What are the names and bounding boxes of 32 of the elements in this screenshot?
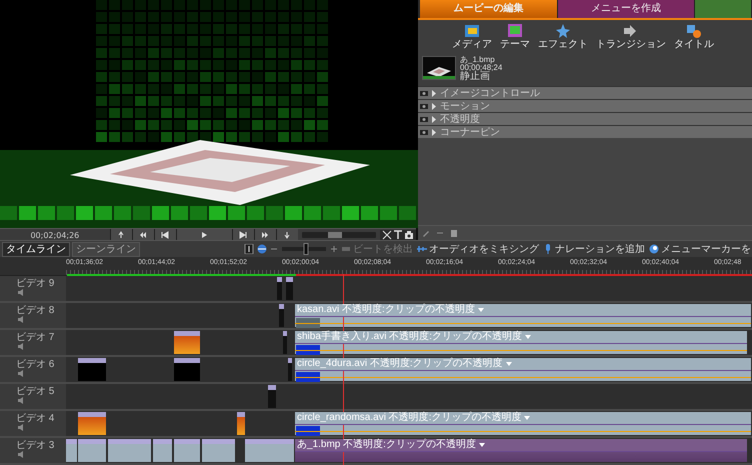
track-name: ビデオ 9 xyxy=(16,278,56,289)
task-tab[interactable]: メニューを作成 xyxy=(558,0,695,18)
track-name: ビデオ 8 xyxy=(16,305,56,316)
clip[interactable]: あ_1.bmp 不透明度:クリップの不透明度 xyxy=(295,439,747,462)
clip-label: circle_randomsa.avi 不透明度:クリップの不透明度 xyxy=(297,412,522,424)
action-button[interactable]: メニューマーカーを xyxy=(648,242,752,256)
track-name: ビデオ 5 xyxy=(16,386,56,397)
action-button[interactable]: オーディオをミキシング xyxy=(416,242,540,256)
track-name: ビデオ 3 xyxy=(16,440,56,451)
effect-row[interactable]: コーナーピン xyxy=(418,126,752,138)
effect-row[interactable]: モーション xyxy=(418,100,752,112)
tool-button[interactable]: トランジション xyxy=(594,22,668,50)
clip-label: あ_1.bmp 不透明度:クリップの不透明度 xyxy=(297,439,476,451)
clip-label: shiba手書き入り.avi 不透明度:クリップの不透明度 xyxy=(297,331,522,343)
track-name: ビデオ 7 xyxy=(16,332,56,343)
clip-name: あ_1.bmp xyxy=(460,56,496,64)
track-name: ビデオ 6 xyxy=(16,359,56,370)
timeline-tab[interactable]: シーンライン xyxy=(72,242,140,256)
timecode: 00;02;04;26 xyxy=(29,230,80,240)
tool-button[interactable]: テーマ xyxy=(498,22,532,50)
clip-duration: 00;00;48;24 xyxy=(460,64,502,72)
timeline-tab[interactable]: タイムライン xyxy=(2,242,70,256)
tool-button[interactable]: メディア xyxy=(450,22,494,50)
tool-button[interactable]: エフェクト xyxy=(536,22,590,50)
track-name: ビデオ 4 xyxy=(16,413,56,424)
action-button[interactable]: ナレーションを追加 xyxy=(542,242,646,256)
effect-row[interactable]: 不透明度 xyxy=(418,113,752,125)
clip-type: 静止画 xyxy=(460,72,490,82)
clip-label: kasan.avi 不透明度:クリップの不透明度 xyxy=(297,304,475,316)
tool-button[interactable]: タイトル xyxy=(672,22,716,50)
clip-label: circle_4dura.avi 不透明度:クリップの不透明度 xyxy=(297,358,503,370)
effect-row[interactable]: イメージコントロール xyxy=(418,87,752,99)
